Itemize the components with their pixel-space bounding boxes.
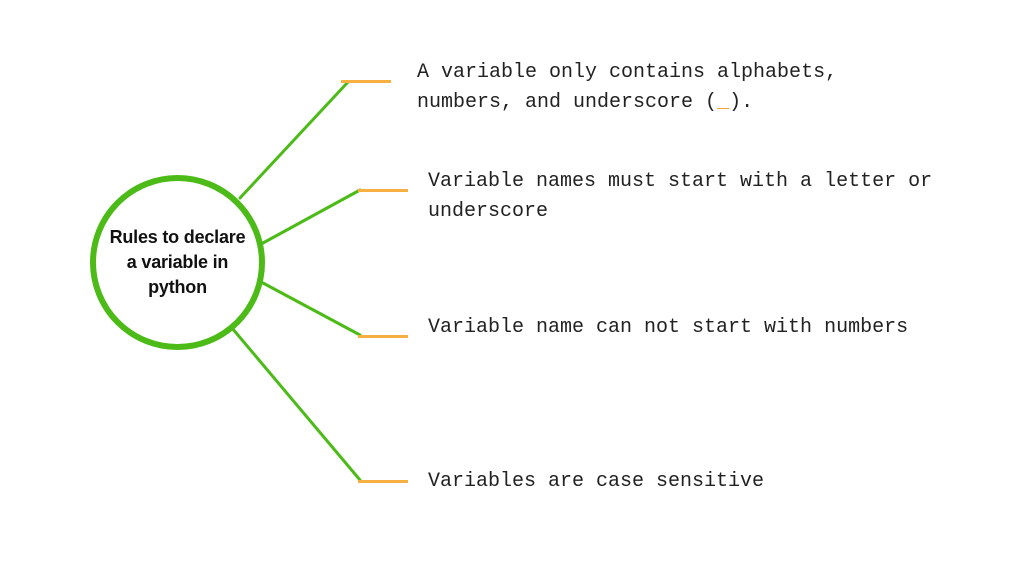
- tick-1: [341, 80, 391, 83]
- center-circle: Rules to declare a variable in python: [90, 175, 265, 350]
- tick-2: [358, 189, 408, 192]
- rule-1-text-post: ).: [729, 91, 753, 114]
- underscore-icon: _: [717, 91, 729, 114]
- diagram-canvas: Rules to declare a variable in python A …: [0, 0, 1024, 576]
- rule-4: Variables are case sensitive: [428, 467, 764, 497]
- rule-1: A variable only contains alphabets, numb…: [417, 58, 937, 118]
- rule-1-text-pre: A variable only contains alphabets, numb…: [417, 61, 837, 114]
- center-title: Rules to declare a variable in python: [108, 225, 247, 301]
- rule-3: Variable name can not start with numbers: [428, 313, 908, 343]
- tick-4: [358, 480, 408, 483]
- rule-2: Variable names must start with a letter …: [428, 167, 948, 227]
- tick-3: [358, 335, 408, 338]
